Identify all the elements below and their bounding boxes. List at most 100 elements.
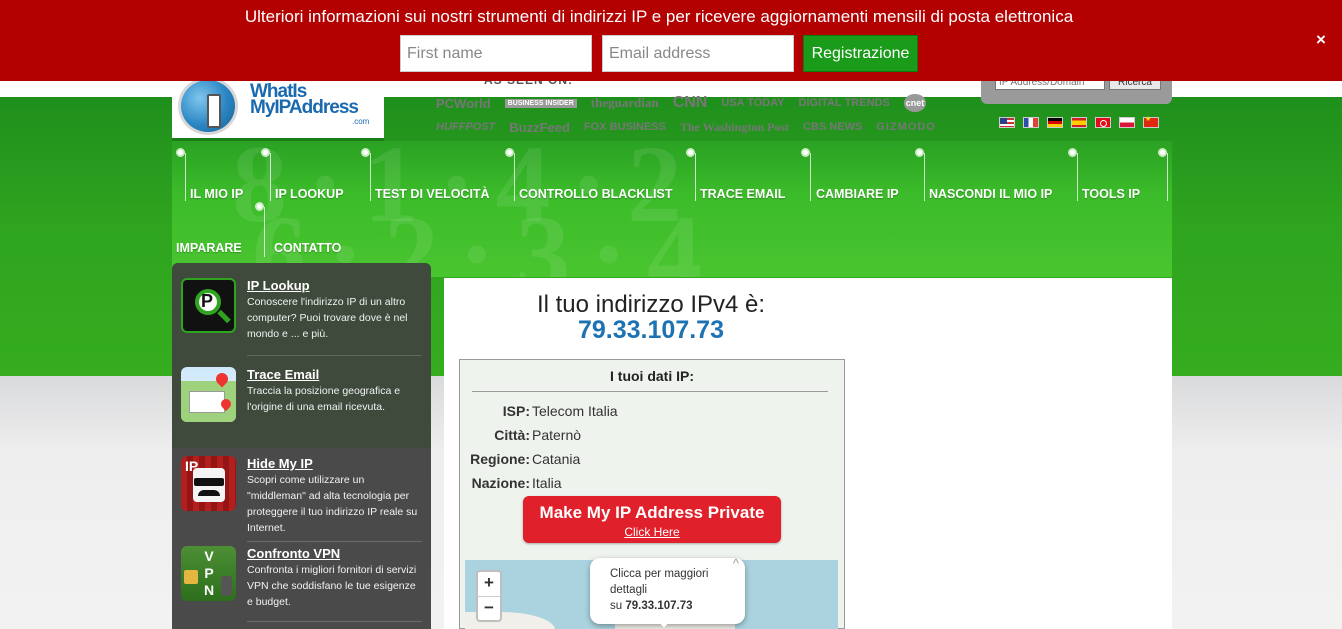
ip-details-box: I tuoi dati IP: ISP: Telecom Italia Citt…: [459, 359, 845, 629]
main-nav: 8·1·4·2 6·2·3·4 IL MIO IP IP LOOKUP TEST…: [172, 141, 1172, 277]
zoom-in-button[interactable]: +: [478, 572, 500, 596]
nav-divider: [1167, 153, 1168, 201]
nav-divider: [1077, 153, 1078, 201]
nav-item-change-ip[interactable]: CAMBIARE IP: [816, 187, 899, 201]
press-row-1: PCWorld BUSINESS INSIDER theguardian CNN…: [436, 91, 948, 115]
main-content: Il tuo indirizzo IPv4 è: 79.33.107.73 I …: [444, 278, 1172, 629]
nav-dot: [1158, 148, 1167, 157]
nav-item-blacklist-check[interactable]: CONTROLLO BLACKLIST: [519, 187, 672, 201]
ip-details-divider: [472, 391, 828, 392]
press-logo: USA TODAY: [721, 97, 785, 109]
nav-divider: [270, 153, 271, 201]
region-label: Regione:: [470, 451, 530, 467]
vpn-icon: VPN: [181, 546, 236, 601]
ip-details-title: I tuoi dati IP:: [610, 368, 694, 384]
nav-item-ip-lookup[interactable]: IP LOOKUP: [275, 187, 344, 201]
nav-item-speed-test[interactable]: TEST DI VELOCITÀ: [375, 187, 490, 201]
isp-label: ISP:: [502, 403, 530, 419]
sidebar-item-title[interactable]: Trace Email: [247, 367, 319, 382]
country-label: Nazione:: [471, 475, 530, 491]
nav-item-my-ip[interactable]: IL MIO IP: [190, 187, 243, 201]
city-label: Città:: [494, 427, 530, 443]
nav-divider: [695, 153, 696, 201]
flag-cn-icon[interactable]: [1143, 115, 1159, 128]
map-popup[interactable]: ^ Clicca per maggiori dettagli su 79.33.…: [590, 556, 745, 624]
press-row-2: HUFFPOST BuzzFeed FOX BUSINESS The Washi…: [436, 115, 948, 139]
nav-divider: [810, 153, 811, 201]
trace-email-icon: [181, 367, 236, 422]
nav-dot: [176, 148, 185, 157]
nav-dot: [801, 148, 810, 157]
nav-dot: [255, 202, 264, 211]
flag-pl-icon[interactable]: [1119, 117, 1135, 128]
press-logo: PCWorld: [436, 95, 491, 111]
nav-item-ip-tools[interactable]: TOOLS IP: [1082, 187, 1140, 201]
make-ip-private-link[interactable]: Click Here: [523, 525, 781, 539]
newsletter-promo-bar: Ulteriori informazioni sui nostri strume…: [0, 0, 1342, 81]
language-flags: [999, 115, 1159, 128]
ip-address-value: 79.33.107.73: [578, 316, 724, 344]
make-ip-private-button[interactable]: Make My IP Address Private Click Here: [523, 496, 781, 543]
flag-tr-icon[interactable]: [1095, 117, 1111, 128]
sidebar-divider: [247, 541, 422, 542]
sidebar-divider: [247, 355, 422, 356]
nav-dot: [915, 148, 924, 157]
sidebar-item-title[interactable]: Confronto VPN: [247, 546, 340, 561]
nav-dot: [261, 148, 270, 157]
press-logo: FOX BUSINESS: [583, 121, 666, 133]
press-logo: CBS NEWS: [803, 121, 863, 133]
popup-line-1: Clicca per maggiori: [610, 568, 709, 580]
nav-item-contact[interactable]: CONTATTO: [274, 241, 341, 255]
sidebar-divider: [247, 621, 422, 622]
email-input[interactable]: [602, 35, 794, 72]
nav-dot: [1068, 148, 1077, 157]
sidebar-item-desc: Confronta i migliori fornitori di serviz…: [247, 564, 417, 608]
ip-lookup-icon: P: [181, 278, 236, 333]
logo-text-domain: .com: [352, 117, 370, 126]
logo-text-main: MyIPAddress: [250, 97, 359, 118]
nav-divider: [264, 207, 265, 257]
globe-icon: [178, 77, 238, 135]
flag-fr-icon[interactable]: [1023, 117, 1039, 128]
country-value: Italia: [532, 475, 562, 491]
nav-dot: [505, 148, 514, 157]
flag-de-icon[interactable]: [1047, 117, 1063, 128]
nav-divider: [514, 153, 515, 201]
map-zoom-control: + −: [476, 570, 502, 622]
nav-item-trace-email[interactable]: TRACE EMAIL: [700, 187, 785, 201]
nav-item-hide-ip[interactable]: NASCONDI IL MIO IP: [929, 187, 1052, 201]
press-logo: BUSINESS INSIDER: [504, 98, 577, 108]
register-button[interactable]: Registrazione: [803, 35, 918, 72]
hide-ip-icon: IP: [181, 456, 236, 511]
nav-divider: [924, 153, 925, 201]
sidebar-item-title[interactable]: Hide My IP: [247, 456, 313, 471]
close-icon[interactable]: ×: [1316, 30, 1326, 50]
press-logo: HUFFPOST: [436, 121, 496, 133]
zoom-out-button[interactable]: −: [478, 596, 500, 620]
nav-dot: [361, 148, 370, 157]
flag-us-icon[interactable]: [999, 117, 1015, 128]
popup-line-3-prefix: su: [610, 600, 623, 612]
isp-value: Telecom Italia: [532, 403, 618, 419]
city-value: Paternò: [532, 427, 582, 443]
press-logos: PCWorld BUSINESS INSIDER theguardian CNN…: [436, 91, 948, 139]
popup-close-icon[interactable]: ^: [733, 556, 739, 572]
promo-text: Ulteriori informazioni sui nostri strume…: [244, 7, 1074, 26]
tools-sidebar: P IP Lookup Conoscere l'indirizzo IP di …: [172, 263, 431, 629]
nav-item-learn[interactable]: IMPARARE: [176, 241, 242, 255]
flag-es-icon[interactable]: [1071, 117, 1087, 128]
sidebar-item-title[interactable]: IP Lookup: [247, 278, 310, 293]
region-value: Catania: [532, 451, 581, 467]
ip-heading: Il tuo indirizzo IPv4 è:: [536, 291, 766, 318]
press-logo: theguardian: [590, 95, 659, 110]
press-logo: DIGITAL TRENDS: [798, 97, 890, 109]
sidebar-item-desc: Conoscere l'indirizzo IP di un altro com…: [247, 296, 408, 340]
sidebar-item-desc: Scopri come utilizzare un "middleman" ad…: [247, 474, 418, 534]
press-logo: CNN: [672, 94, 708, 111]
site-logo[interactable]: WhatIs MyIPAddress .com: [172, 77, 384, 141]
first-name-input[interactable]: [400, 35, 592, 72]
nav-divider: [185, 153, 186, 201]
popup-line-2: dettagli: [610, 584, 648, 596]
press-logo: BuzzFeed: [509, 119, 570, 135]
nav-divider: [370, 153, 371, 201]
